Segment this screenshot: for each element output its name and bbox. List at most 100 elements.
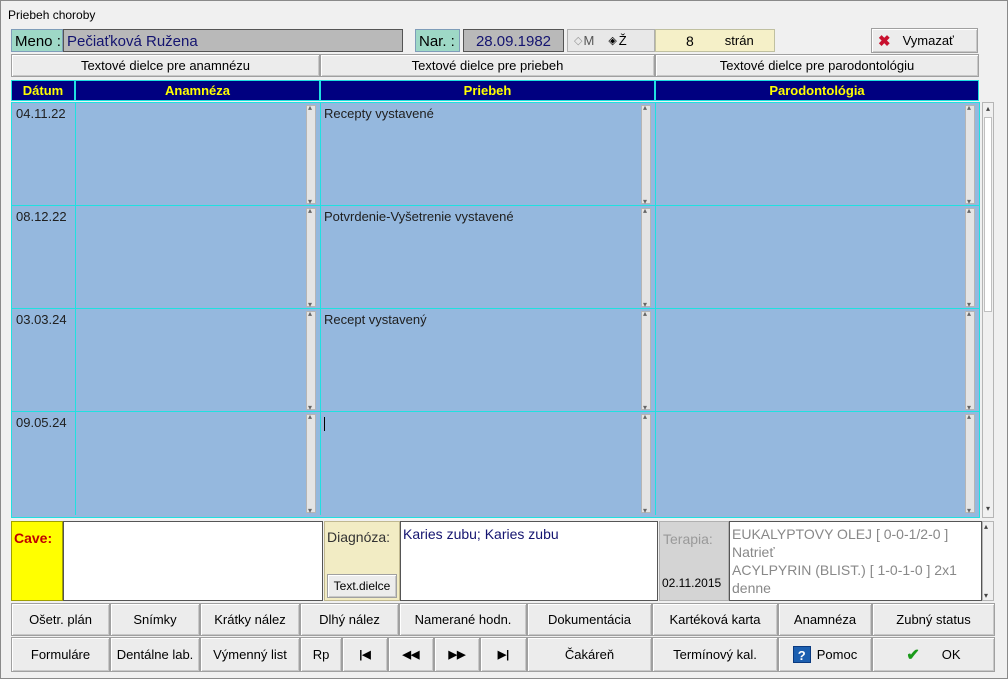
row-course-text: Potvrdenie-Vyšetrenie vystavené	[324, 209, 514, 224]
help-label: Pomoc	[816, 647, 858, 662]
row-anamnesis-cell[interactable]	[76, 206, 321, 309]
measured-values-button[interactable]: Namerané hodn.	[399, 603, 527, 636]
scroll-up-icon[interactable]: ▴	[984, 104, 992, 116]
row-periodontology-cell[interactable]	[656, 412, 979, 515]
appointment-calendar-button[interactable]: Termínový kal.	[652, 637, 778, 672]
therapy-scrollbar[interactable]: ▴ ▾	[982, 521, 994, 601]
table-row: 03.03.24 Recept vystavený	[12, 309, 979, 412]
rewind-icon: ◀◀	[402, 649, 420, 661]
text-parts-course-button[interactable]: Textové dielce pre priebeh	[320, 54, 655, 77]
waiting-room-button[interactable]: Čakáreň	[527, 637, 652, 672]
cave-field[interactable]	[63, 521, 323, 601]
dental-lab-button[interactable]: Dentálne lab.	[110, 637, 200, 672]
cell-scrollbar[interactable]	[965, 103, 975, 206]
row-date: 04.11.22	[12, 103, 76, 206]
text-parts-anamnesis-button[interactable]: Textové dielce pre anamnézu	[11, 54, 320, 77]
cell-scrollbar[interactable]	[306, 412, 316, 515]
treatment-plan-button[interactable]: Ošetr. plán	[11, 603, 110, 636]
row-anamnesis-cell[interactable]	[76, 309, 321, 412]
cell-scrollbar[interactable]	[641, 206, 651, 309]
therapy-line: denne	[732, 580, 771, 596]
window: Priebeh choroby Meno : Pečiaťková Ružena…	[0, 0, 1008, 679]
diagnosis-label-box: Diagnóza: Text.dielce	[324, 521, 400, 601]
pages-box: 8 strán	[655, 29, 775, 52]
cell-scrollbar[interactable]	[306, 309, 316, 412]
cell-scrollbar[interactable]	[306, 206, 316, 309]
radio-m-icon[interactable]: ◇	[574, 34, 582, 47]
therapy-field[interactable]: EUKALYPTOVY OLEJ [ 0-0-1/2-0 ] Natrieť A…	[729, 521, 982, 601]
radio-z-icon[interactable]: ◈	[608, 34, 616, 47]
row-course-text: Recepty vystavené	[324, 106, 434, 121]
forms-button[interactable]: Formuláre	[11, 637, 110, 672]
gender-z-label: Ž	[618, 33, 627, 48]
cell-scrollbar[interactable]	[306, 103, 316, 206]
patient-name-field[interactable]: Pečiaťková Ružena	[63, 29, 403, 52]
row-course-cell[interactable]: Potvrdenie-Vyšetrenie vystavené	[321, 206, 656, 309]
previous-record-button[interactable]: ◀◀	[388, 637, 434, 672]
birth-date-field[interactable]: 28.09.1982	[463, 29, 564, 52]
table-row: 04.11.22 Recepty vystavené	[12, 103, 979, 206]
scroll-down-icon[interactable]: ▾	[984, 504, 992, 516]
cell-scrollbar[interactable]	[965, 412, 975, 515]
main-scrollbar[interactable]: ▴ ▾	[982, 102, 994, 518]
therapy-line: ACYLPYRIN (BLIST.) [ 1-0-1-0 ] 2x1	[732, 562, 957, 578]
diagnosis-label: Diagnóza:	[327, 529, 391, 545]
text-parts-periodontology-button[interactable]: Textové dielce pre parodontológiu	[655, 54, 979, 77]
diagnosis-field[interactable]: Karies zubu; Karies zubu	[400, 521, 658, 601]
therapy-label: Terapia:	[663, 531, 713, 547]
scroll-down-icon[interactable]: ▾	[984, 591, 988, 600]
cell-scrollbar[interactable]	[965, 206, 975, 309]
scroll-up-icon[interactable]: ▴	[984, 522, 988, 531]
next-record-button[interactable]: ▶▶	[434, 637, 480, 672]
therapy-label-box: Terapia: 02.11.2015	[659, 521, 729, 601]
scroll-thumb[interactable]	[984, 117, 992, 312]
row-date: 09.05.24	[12, 412, 76, 515]
text-caret	[324, 416, 325, 431]
card-index-button[interactable]: Kartéková karta	[652, 603, 778, 636]
birth-label: Nar. :	[415, 29, 460, 52]
delete-button[interactable]: ✖ Vymazať	[871, 28, 978, 53]
ok-label: OK	[941, 647, 961, 662]
row-anamnesis-cell[interactable]	[76, 412, 321, 515]
short-finding-button[interactable]: Krátky nález	[200, 603, 300, 636]
window-title: Priebeh choroby	[1, 1, 1007, 25]
documentation-button[interactable]: Dokumentácia	[527, 603, 652, 636]
cell-scrollbar[interactable]	[965, 309, 975, 412]
row-course-cell[interactable]	[321, 412, 656, 515]
anamnesis-button[interactable]: Anamnéza	[778, 603, 872, 636]
last-record-button[interactable]: ▶|	[480, 637, 527, 672]
last-icon: ▶|	[497, 649, 510, 661]
records-table: 04.11.22 Recepty vystavené 08.12.22 Potv…	[11, 102, 980, 518]
therapy-line: EUKALYPTOVY OLEJ [ 0-0-1/2-0 ]	[732, 526, 949, 542]
images-button[interactable]: Snímky	[110, 603, 200, 636]
fast-forward-icon: ▶▶	[448, 649, 466, 661]
dental-status-button[interactable]: Zubný status	[872, 603, 995, 636]
cell-scrollbar[interactable]	[641, 412, 651, 515]
row-date: 03.03.24	[12, 309, 76, 412]
cave-label: Cave:	[11, 521, 63, 601]
row-course-cell[interactable]: Recepty vystavené	[321, 103, 656, 206]
row-course-cell[interactable]: Recept vystavený	[321, 309, 656, 412]
checkmark-icon: ✔	[906, 646, 920, 664]
text-parts-button[interactable]: Text.dielce	[327, 574, 397, 598]
rp-button[interactable]: Rp	[300, 637, 342, 672]
delete-x-icon: ✖	[878, 32, 891, 50]
exchange-list-button[interactable]: Výmenný list	[200, 637, 300, 672]
row-periodontology-cell[interactable]	[656, 309, 979, 412]
help-button[interactable]: ? Pomoc	[778, 637, 872, 672]
first-record-button[interactable]: |◀	[342, 637, 388, 672]
row-course-text: Recept vystavený	[324, 312, 427, 327]
help-icon: ?	[792, 646, 811, 663]
table-row: 09.05.24	[12, 412, 979, 515]
cell-scrollbar[interactable]	[641, 103, 651, 206]
first-icon: |◀	[359, 649, 371, 661]
pages-label: strán	[724, 33, 754, 48]
row-periodontology-cell[interactable]	[656, 206, 979, 309]
therapy-date: 02.11.2015	[662, 576, 722, 590]
cell-scrollbar[interactable]	[641, 309, 651, 412]
ok-button[interactable]: ✔ OK	[872, 637, 995, 672]
gender-m-label: M	[583, 33, 595, 48]
long-finding-button[interactable]: Dlhý nález	[300, 603, 399, 636]
row-anamnesis-cell[interactable]	[76, 103, 321, 206]
row-periodontology-cell[interactable]	[656, 103, 979, 206]
